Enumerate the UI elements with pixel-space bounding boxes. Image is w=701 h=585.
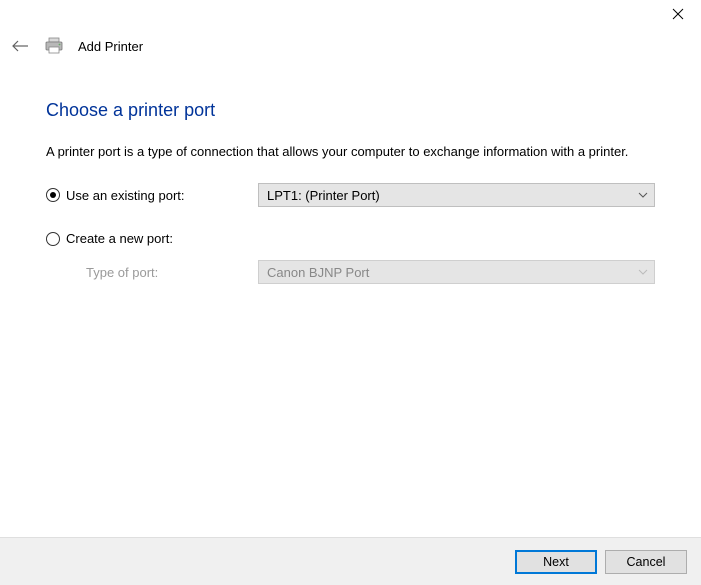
radio-create-port[interactable]: Create a new port: [46,231,258,246]
type-of-port-row: Type of port: Canon BJNP Port [46,260,655,284]
header: Add Printer [0,32,701,60]
footer: Next Cancel [0,537,701,585]
close-button[interactable] [655,0,701,30]
type-of-port-value: Canon BJNP Port [267,265,369,280]
page-description: A printer port is a type of connection t… [46,143,655,161]
next-button[interactable]: Next [515,550,597,574]
add-printer-wizard: Add Printer Choose a printer port A prin… [0,0,701,585]
type-of-port-label: Type of port: [46,265,258,280]
back-button[interactable] [10,36,30,56]
titlebar [0,0,701,32]
type-of-port-select: Canon BJNP Port [258,260,655,284]
next-button-label: Next [543,555,569,569]
radio-create-label: Create a new port: [66,231,173,246]
radio-existing-icon [46,188,60,202]
content-area: Choose a printer port A printer port is … [0,60,701,537]
radio-create-icon [46,232,60,246]
wizard-title: Add Printer [78,39,143,54]
radio-existing-port[interactable]: Use an existing port: [46,188,258,203]
page-heading: Choose a printer port [46,100,655,121]
option-existing-port-row: Use an existing port: LPT1: (Printer Por… [46,183,655,207]
chevron-down-icon [638,267,648,278]
radio-existing-label: Use an existing port: [66,188,185,203]
cancel-button-label: Cancel [627,555,666,569]
existing-port-select[interactable]: LPT1: (Printer Port) [258,183,655,207]
back-arrow-icon [11,39,29,53]
option-create-port-row: Create a new port: [46,231,655,246]
cancel-button[interactable]: Cancel [605,550,687,574]
close-icon [672,7,684,23]
chevron-down-icon [638,190,648,201]
printer-icon [44,36,64,56]
existing-port-value: LPT1: (Printer Port) [267,188,380,203]
